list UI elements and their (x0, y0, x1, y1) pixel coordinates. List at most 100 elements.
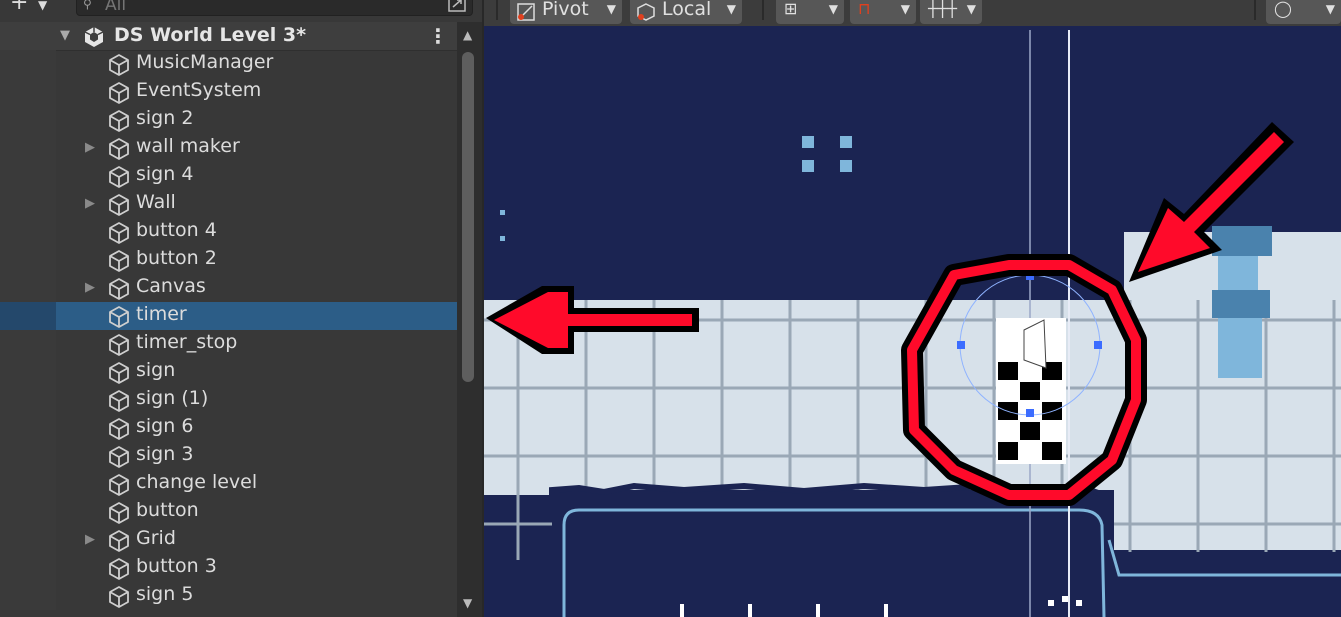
scene-canvas[interactable] (484, 0, 1341, 617)
add-object-button[interactable]: + ▼ (8, 0, 58, 16)
hierarchy-item-label: sign (1) (136, 387, 209, 409)
grid-snap-dropdown[interactable]: ⊞ ▼ (776, 0, 844, 24)
hierarchy-item[interactable]: ▶ Grid (0, 526, 457, 554)
hierarchy-item-label: Grid (136, 527, 176, 549)
indent-strip (0, 442, 56, 470)
chevron-down-icon: ▼ (38, 0, 48, 12)
hierarchy-toolbar: + ▼ ⚲ (0, 0, 482, 18)
hierarchy-item[interactable]: MusicManager (0, 50, 457, 78)
hierarchy-item[interactable]: timer (0, 302, 457, 330)
hierarchy-item-label: Wall (136, 191, 176, 213)
toolbar-separator (496, 0, 498, 20)
expand-arrow-icon[interactable]: ▶ (85, 196, 95, 211)
plus-icon: + (10, 0, 29, 15)
indent-strip (0, 414, 56, 442)
expand-arrow-icon[interactable]: ▶ (85, 532, 95, 547)
hierarchy-item-label: change level (136, 471, 258, 493)
magnet-icon: ⊓ (858, 0, 871, 18)
indent-strip (0, 498, 56, 526)
hierarchy-item[interactable]: change level (0, 470, 457, 498)
scroll-up-icon[interactable]: ▲ (463, 28, 472, 42)
toolbar-separator (1254, 0, 1256, 20)
scene-header-row[interactable]: ▼ DS World Level 3* ⋮ (0, 22, 457, 51)
hierarchy-item[interactable]: ▶ Canvas (0, 274, 457, 302)
hierarchy-item[interactable]: button 2 (0, 246, 457, 274)
search-options-icon[interactable] (446, 0, 468, 13)
hierarchy-item-label: button (136, 499, 199, 521)
search-icon: ⚲ (83, 0, 92, 11)
indent-strip (0, 246, 56, 274)
hierarchy-item[interactable]: sign 6 (0, 414, 457, 442)
hierarchy-item[interactable]: button (0, 498, 457, 526)
hierarchy-item[interactable]: sign 4 (0, 162, 457, 190)
indent-strip (0, 526, 56, 554)
local-dropdown[interactable]: Local ▼ (630, 0, 742, 24)
local-icon (636, 0, 656, 21)
local-label: Local (662, 0, 712, 20)
hierarchy-item[interactable]: sign 2 (0, 106, 457, 134)
hierarchy-item-label: EventSystem (136, 79, 262, 101)
hierarchy-item[interactable]: sign (1) (0, 386, 457, 414)
hierarchy-item[interactable]: ▶ wall maker (0, 134, 457, 162)
scene-view[interactable]: Pivot ▼ Local ▼ ⊞ ▼ ⊓ ▼ ┼┼┼ ▼ ◯ ▼ (484, 0, 1341, 617)
orbit-icon: ◯ (1274, 0, 1292, 18)
grid-snap-icon: ⊞ (784, 0, 798, 18)
indent-strip (0, 274, 56, 302)
indent-strip (0, 470, 56, 498)
indent-strip (0, 554, 56, 582)
hierarchy-item-label: Canvas (136, 275, 206, 297)
hierarchy-item[interactable]: ▶ Wall (0, 190, 457, 218)
hierarchy-item-label: sign 5 (136, 583, 194, 605)
indent-strip (0, 50, 56, 78)
pivot-dropdown[interactable]: Pivot ▼ (510, 0, 622, 24)
hierarchy-item[interactable]: sign 5 (0, 582, 457, 610)
hierarchy-item[interactable]: sign (0, 358, 457, 386)
ruler-icon: ┼┼┼ (928, 0, 957, 18)
hierarchy-item-label: button 4 (136, 219, 217, 241)
indent-strip (0, 582, 56, 610)
indent-strip (0, 134, 56, 162)
indent-strip (0, 330, 56, 358)
indent-strip (0, 386, 56, 414)
chevron-down-icon: ▼ (828, 2, 838, 16)
indent-strip (0, 358, 56, 386)
indent-strip (0, 190, 56, 218)
hierarchy-item[interactable]: button 4 (0, 218, 457, 246)
hierarchy-item-label: timer_stop (136, 331, 238, 353)
increment-snap-dropdown[interactable]: ⊓ ▼ (850, 0, 916, 24)
checkered-flag (996, 318, 1066, 464)
unity-scene-icon (82, 25, 106, 53)
hierarchy-item-label: button 2 (136, 247, 217, 269)
ruler-dropdown[interactable]: ┼┼┼ ▼ (920, 0, 982, 24)
hierarchy-item[interactable]: button 3 (0, 554, 457, 582)
scrollbar-thumb[interactable] (462, 52, 474, 382)
hierarchy-item[interactable]: timer_stop (0, 330, 457, 358)
hierarchy-item-label: sign 6 (136, 415, 194, 437)
pivot-icon (516, 0, 536, 21)
hierarchy-item-label: timer (136, 303, 187, 325)
indent-strip (0, 302, 56, 330)
toolbar-separator (762, 0, 764, 20)
hierarchy-item-label: MusicManager (136, 51, 274, 73)
hierarchy-item-label: button 3 (136, 555, 217, 577)
hierarchy-scrollbar[interactable]: ▲ ▼ (457, 22, 482, 617)
search-input[interactable] (105, 0, 405, 15)
collapse-arrow-icon[interactable]: ▼ (60, 28, 70, 43)
view-options-dropdown[interactable]: ◯ ▼ (1266, 0, 1341, 24)
hierarchy-item[interactable]: sign 3 (0, 442, 457, 470)
indent-strip (0, 106, 56, 134)
hierarchy-item[interactable]: EventSystem (0, 78, 457, 106)
expand-arrow-icon[interactable]: ▶ (85, 140, 95, 155)
indent-strip (0, 78, 56, 106)
kebab-menu-icon[interactable]: ⋮ (428, 24, 448, 48)
hierarchy-panel: + ▼ ⚲ ▼ DS World Level 3* ⋮ MusicManager… (0, 0, 482, 617)
hierarchy-search[interactable]: ⚲ (76, 0, 473, 16)
scroll-down-icon[interactable]: ▼ (463, 596, 472, 610)
hierarchy-item-label: sign 2 (136, 107, 194, 129)
chevron-down-icon: ▼ (1325, 2, 1335, 16)
chevron-down-icon: ▼ (606, 2, 616, 16)
chevron-down-icon: ▼ (966, 2, 976, 16)
expand-arrow-icon[interactable]: ▶ (85, 280, 95, 295)
scene-toolbar: Pivot ▼ Local ▼ ⊞ ▼ ⊓ ▼ ┼┼┼ ▼ ◯ ▼ (484, 0, 1341, 26)
scene-title: DS World Level 3* (114, 24, 307, 46)
